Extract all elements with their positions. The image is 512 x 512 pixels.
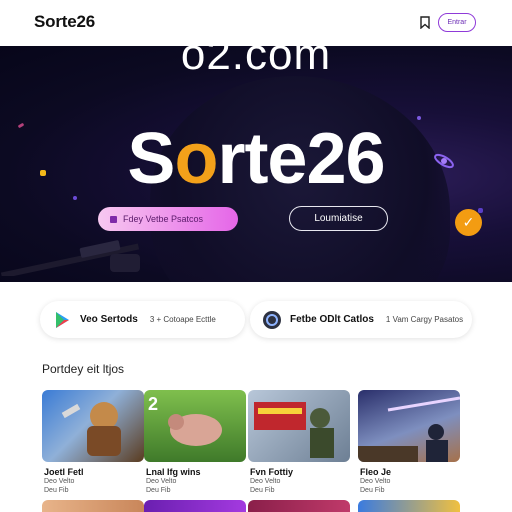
svg-text:2: 2 xyxy=(148,394,158,414)
game-title[interactable]: Fleo Je xyxy=(360,467,391,477)
game-title[interactable]: Lnal Ifg wins xyxy=(146,467,201,477)
bag-icon xyxy=(110,215,117,223)
store-meta: 1 Vam Cargy Pasatos xyxy=(385,315,464,324)
game-card-3[interactable] xyxy=(248,390,350,462)
app-store-icon xyxy=(263,310,281,329)
store-name: Fetbe ODlt Catlos xyxy=(290,314,374,325)
brand-name[interactable]: Sorte26 xyxy=(34,12,95,32)
game-meta: Deu Fib xyxy=(360,487,385,494)
hero-secondary-button[interactable]: Loumiatise xyxy=(289,206,388,231)
play-store-icon xyxy=(56,311,69,328)
game-meta: Deu Fib xyxy=(44,487,69,494)
game-subtitle: Deo Velto xyxy=(360,478,391,485)
game-card-8[interactable] xyxy=(358,500,460,512)
game-card-2[interactable]: 2 xyxy=(144,390,246,462)
store-meta: 3 + Cotoape Ecttle xyxy=(149,315,216,324)
game-card-1[interactable] xyxy=(42,390,144,462)
section-title: Portdey eit ltjos xyxy=(42,362,125,376)
hero-primary-button[interactable]: Fdey Vetbe Psatcos xyxy=(98,207,238,231)
store-card-app-store[interactable]: Fetbe ODlt Catlos 1 Vam Cargy Pasatos xyxy=(250,301,472,338)
game-thumbnail xyxy=(61,402,121,456)
game-subtitle: Deo Velto xyxy=(250,478,281,485)
store-name: Veo Sertods xyxy=(80,314,138,325)
hero-domain-text: o2.com xyxy=(180,46,332,79)
game-thumbnail: 2 xyxy=(148,394,222,446)
game-card-4[interactable] xyxy=(358,390,460,462)
rifle-illustration xyxy=(0,240,140,276)
game-title[interactable]: Joetl Fetl xyxy=(44,467,84,477)
game-subtitle: Deo Velto xyxy=(44,478,75,485)
game-subtitle: Deo Velto xyxy=(146,478,177,485)
hero-logo-prefix: S xyxy=(127,119,175,199)
hero-logo: Sorte26 xyxy=(0,118,512,200)
game-card-6[interactable] xyxy=(144,500,246,512)
game-card-7[interactable] xyxy=(248,500,350,512)
bookmark-icon[interactable] xyxy=(420,16,430,29)
game-thumbnail xyxy=(358,396,460,462)
hero-particle xyxy=(478,208,483,213)
top-bar: Sorte26 Entrar xyxy=(0,0,512,46)
game-title[interactable]: Fvn Fottiy xyxy=(250,467,293,477)
hero-primary-button-label: Fdey Vetbe Psatcos xyxy=(123,214,204,224)
game-thumbnail xyxy=(254,402,334,458)
check-icon[interactable]: ✓ xyxy=(455,209,482,236)
store-card-google-play[interactable]: Veo Sertods 3 + Cotoape Ecttle xyxy=(40,301,245,338)
game-card-5[interactable] xyxy=(42,500,144,512)
game-meta: Deu Fib xyxy=(146,487,171,494)
game-meta: Deu Fib xyxy=(250,487,275,494)
hero-logo-mark: o xyxy=(174,119,218,199)
hero-banner: o2.com Sorte26 Fdey Vetbe Psatcos Loumia… xyxy=(0,46,512,282)
login-button[interactable]: Entrar xyxy=(438,13,476,32)
hero-logo-suffix: rte26 xyxy=(217,119,385,199)
